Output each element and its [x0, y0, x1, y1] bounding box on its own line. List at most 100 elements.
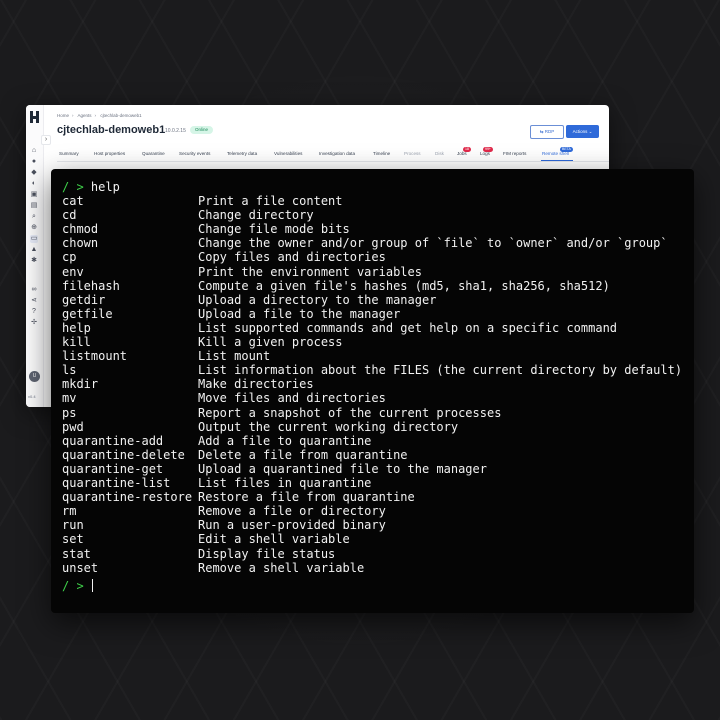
command-description: Report a snapshot of the current process… [198, 405, 502, 420]
command-description: Upload a quarantined file to the manager [198, 461, 487, 476]
command-name: filehash [62, 278, 120, 293]
command-name: run [62, 518, 84, 533]
actions-button[interactable]: Actions ⌄ [566, 125, 599, 138]
tab-process[interactable]: Process [404, 151, 421, 156]
command-name: stat [62, 546, 91, 561]
logs-count-badge: 99+ [483, 147, 493, 152]
active-tab-indicator [541, 160, 573, 161]
entered-command: help [90, 180, 120, 194]
share-icon[interactable]: ⋖ [30, 297, 38, 305]
book-icon[interactable]: ▤ [30, 202, 38, 210]
monitor-icon[interactable]: ▭ [30, 235, 38, 243]
command-name: unset [62, 560, 99, 575]
command-name: quarantine-restore [62, 490, 193, 505]
command-description: Upload a directory to the manager [198, 292, 437, 307]
command-description: Kill a given process [198, 335, 343, 349]
tab-vulnerabilities[interactable]: Vulnerabilities [274, 151, 302, 156]
tab-timeline[interactable]: Timeline [373, 151, 390, 156]
command-description: List files in quarantine [198, 476, 372, 490]
home-icon[interactable]: ⌂ [30, 147, 38, 155]
search-icon[interactable]: ⌕ [30, 213, 38, 221]
tab-security-events[interactable]: Security events [179, 151, 210, 156]
command-name: cat [62, 194, 84, 208]
command-description: Copy files and directories [198, 250, 386, 265]
alerts-icon[interactable]: ● [30, 158, 38, 166]
user-avatar[interactable]: U [29, 371, 40, 382]
brand-logo-icon [30, 111, 39, 123]
command-description: List supported commands and get help on … [198, 320, 618, 335]
tab-divider [57, 161, 609, 162]
breadcrumb-agents[interactable]: Agents [78, 113, 92, 118]
command-name: quarantine-list [62, 476, 171, 490]
tab-disk[interactable]: Disk [435, 151, 444, 156]
input-line[interactable]: / > [62, 579, 93, 593]
command-name: env [62, 264, 84, 279]
beta-badge: BETA [560, 147, 573, 152]
command-name: quarantine-delete [62, 447, 185, 462]
command-description: Compute a given file's hashes (md5, sha1… [198, 278, 610, 293]
page-title: cjtechlab-demoweb1 [57, 124, 166, 136]
link-icon[interactable]: ∞ [30, 286, 38, 294]
tab-bar: Summary Host properties Quarantine Secur… [57, 151, 609, 161]
text-cursor [91, 579, 93, 592]
command-description: Change the owner and/or group of `file` … [198, 236, 668, 251]
command-description: Print the environment variables [198, 264, 422, 279]
tab-telemetry-data[interactable]: Telemetry data [227, 151, 257, 156]
command-description: Delete a file from quarantine [198, 447, 408, 462]
shield-icon[interactable]: ◆ [30, 169, 38, 177]
chevron-right-icon[interactable]: › [41, 135, 51, 145]
breadcrumb-home[interactable]: Home [57, 113, 69, 118]
command-name: getfile [62, 306, 113, 321]
command-description: Remove a shell variable [198, 560, 365, 575]
prompt: / > [62, 180, 84, 194]
breadcrumb: Home › Agents › cjtechlab-demoweb1 [57, 113, 142, 118]
rdp-label: RDP [544, 129, 555, 134]
command-description: List information about the FILES (the cu… [198, 363, 683, 378]
storage-icon[interactable]: ▣ [30, 191, 38, 199]
actions-label: Actions [572, 129, 588, 134]
sidebar-rail: ⌂ ● ◆ ◐ ▣ ▤ ⌕ ⊕ ▭ ▲ ✱ ∞ ⋖ ? ✢ U v0.4 [26, 105, 44, 407]
rdp-button[interactable]: ⇆ RDP [530, 125, 564, 139]
command-description: Move files and directories [198, 391, 386, 406]
jobs-count-badge: 18 [463, 147, 471, 152]
command-description: Restore a file from quarantine [198, 490, 415, 505]
agents-icon[interactable]: ◐ [30, 180, 38, 188]
command-name: quarantine-add [62, 433, 164, 448]
bell-icon[interactable]: ▲ [30, 246, 38, 254]
help-icon[interactable]: ? [30, 308, 38, 316]
command-name: pwd [62, 419, 84, 434]
command-name: listmount [62, 349, 128, 364]
command-description: Display file status [198, 546, 336, 561]
command-description: Run a user-provided binary [198, 518, 386, 533]
command-name: cp [62, 250, 77, 265]
command-description: Edit a shell variable [198, 532, 350, 547]
command-name: help [62, 320, 91, 335]
tab-summary[interactable]: Summary [59, 151, 79, 156]
command-description: Make directories [198, 377, 314, 392]
command-name: cd [62, 208, 77, 223]
command-name: ls [62, 363, 77, 378]
command-name: rm [62, 504, 77, 519]
command-description: Output the current working directory [198, 419, 459, 434]
app-version: v0.4 [28, 394, 36, 399]
tab-host-properties[interactable]: Host properties [94, 151, 125, 156]
command-name: mkdir [62, 377, 99, 392]
tab-fim-reports[interactable]: FIM reports [503, 151, 526, 156]
status-badge: Online [190, 126, 214, 134]
zoom-icon[interactable]: ⊕ [30, 224, 38, 232]
tab-quarantine[interactable]: Quarantine [142, 151, 165, 156]
prompt-active: / > [62, 579, 84, 593]
tab-investigation-data[interactable]: Investigation data [319, 151, 355, 156]
command-name: chmod [62, 222, 99, 237]
breadcrumb-current: cjtechlab-demoweb1 [100, 113, 142, 118]
command-name: chown [62, 236, 99, 251]
command-name: kill [62, 335, 91, 349]
settings-icon[interactable]: ✢ [30, 319, 38, 327]
remote-shell-terminal[interactable]: / > help cat Print a file content cd Change… [51, 169, 694, 613]
command-name: set [62, 532, 84, 547]
command-description: Print a file content [198, 194, 343, 208]
command-line: / > help [62, 180, 120, 194]
command-description: Add a file to quarantine [198, 433, 372, 448]
command-name: ps [62, 405, 77, 420]
bug-icon[interactable]: ✱ [30, 257, 38, 265]
